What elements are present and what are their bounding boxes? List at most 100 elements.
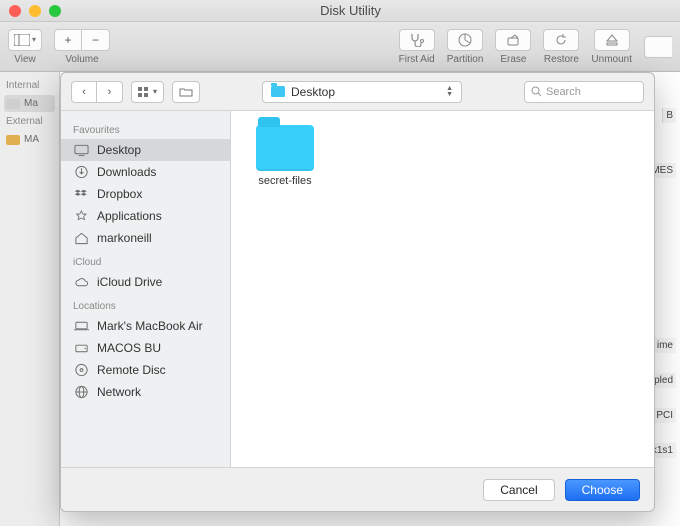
volume-remove-button[interactable]: − [82,29,110,51]
sidebar-item-remote-disc[interactable]: Remote Disc [61,359,230,381]
sidebar-item-label: MACOS BU [97,341,161,355]
sheet-toolbar: ‹ › ▾ Desktop ▲▼ Search [61,73,654,111]
sidebar-item-label: iCloud Drive [97,275,162,289]
sidebar-item-external[interactable]: MACOS BU [61,337,230,359]
restore-button[interactable] [543,29,579,51]
clipped-button[interactable] [644,36,672,58]
restore-group: Restore [543,22,579,71]
folder-icon [256,125,314,171]
file-browser[interactable]: secret-files [231,111,654,467]
stethoscope-icon [409,33,425,47]
minimize-icon[interactable] [29,5,41,17]
sidebar-item-label: markoneill [97,231,152,245]
desktop-icon [73,143,89,157]
chevron-updown-icon: ▲▼ [446,86,453,98]
search-placeholder: Search [546,86,581,98]
location-label: Desktop [291,85,335,99]
sidebar-toggle-icon [14,34,30,46]
cancel-button[interactable]: Cancel [483,479,554,501]
erase-icon [506,33,520,47]
file-label: secret-files [258,175,311,187]
forward-button[interactable]: › [97,81,123,103]
home-icon [73,231,89,245]
erase-button[interactable] [495,29,531,51]
icon-grid-icon [138,87,150,97]
group-button[interactable] [172,81,200,103]
volume-add-button[interactable]: + [54,29,82,51]
back-button[interactable]: ‹ [71,81,97,103]
internal-disk-label: Ma [24,98,38,109]
sidebar-item-home[interactable]: markoneill [61,227,230,249]
folder-icon [271,86,285,97]
internal-header: Internal [6,80,53,91]
external-header: External [6,116,53,127]
sidebar-item-label: Network [97,385,141,399]
sidebar-item-label: Downloads [97,165,156,179]
frag: ime [653,338,676,353]
nav-seg: ‹ › [71,81,123,103]
sidebar-item-network[interactable]: Network [61,381,230,403]
disk-icon [6,99,20,109]
sidebar-item-computer[interactable]: Mark's MacBook Air [61,315,230,337]
disc-icon [73,363,89,377]
picker-sidebar: Favourites Desktop Downloads Dropbox App… [61,111,231,467]
favourites-header: Favourites [61,117,230,139]
sidebar-item-icloud[interactable]: iCloud Drive [61,271,230,293]
sidebar-item-label: Applications [97,209,162,223]
location-popup[interactable]: Desktop ▲▼ [262,81,462,103]
folder-item[interactable]: secret-files [245,125,325,187]
folder-icon [179,87,193,97]
erase-label: Erase [500,54,526,65]
restore-icon [554,33,568,47]
restore-label: Restore [544,54,579,65]
close-icon[interactable] [9,5,21,17]
disk-icon [73,341,89,355]
external-disk-item[interactable]: MA [4,131,55,148]
disk-icon [6,135,20,145]
globe-icon [73,385,89,399]
sidebar-item-label: Mark's MacBook Air [97,319,203,333]
sidebar-item-applications[interactable]: Applications [61,205,230,227]
choose-button[interactable]: Choose [565,479,640,501]
info-group-clipped [644,22,672,71]
sidebar-item-dropbox[interactable]: Dropbox [61,183,230,205]
unmount-group: Unmount [591,22,632,71]
locations-header: Locations [61,293,230,315]
sidebar-item-label: Dropbox [97,187,142,201]
toolbar: ▾ View + − Volume First Aid Partition Er… [0,22,680,72]
view-button[interactable]: ▾ [8,29,42,51]
eject-icon [605,33,619,47]
sheet-footer: Cancel Choose [61,467,654,511]
view-mode-button[interactable]: ▾ [131,81,164,103]
file-picker-sheet: ‹ › ▾ Desktop ▲▼ Search Favourites Deskt… [60,72,655,512]
disk-sidebar: Internal Ma External MA [0,72,60,526]
volume-group: + − Volume [54,22,110,71]
internal-disk-item[interactable]: Ma [4,95,55,112]
window-controls [9,5,61,17]
search-icon [531,86,542,97]
pie-icon [458,33,472,47]
frag: PCI [652,408,676,423]
applications-icon [73,209,89,223]
frag: B [662,108,676,123]
sidebar-item-downloads[interactable]: Downloads [61,161,230,183]
titlebar: Disk Utility [0,0,680,22]
firstaid-button[interactable] [399,29,435,51]
external-disk-label: MA [24,134,39,145]
volume-label: Volume [65,54,98,65]
view-label: View [14,54,36,65]
partition-button[interactable] [447,29,483,51]
sidebar-item-desktop[interactable]: Desktop [61,139,230,161]
sidebar-item-label: Desktop [97,143,141,157]
partition-label: Partition [447,54,484,65]
search-field[interactable]: Search [524,81,644,103]
cloud-icon [73,275,89,289]
downloads-icon [73,165,89,179]
firstaid-group: First Aid [399,22,435,71]
window-title: Disk Utility [61,3,640,18]
erase-group: Erase [495,22,531,71]
view-group: ▾ View [8,22,42,71]
zoom-icon[interactable] [49,5,61,17]
unmount-button[interactable] [594,29,630,51]
dropbox-icon [73,187,89,201]
